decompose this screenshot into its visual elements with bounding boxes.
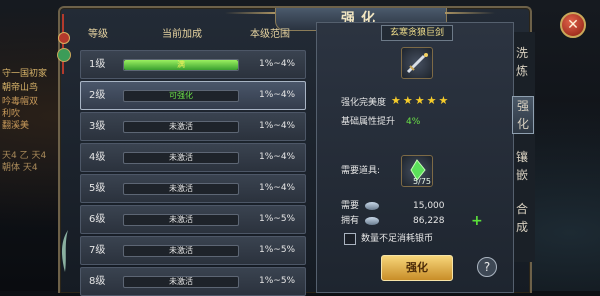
row-status: 未激活 [169, 153, 193, 162]
item-detail-panel: 玄寒贪狼巨剑 强化完美度 ★ ★ ★ ★ ★ 基础属性提升 4% 需要道具: 5/75 … [316, 22, 514, 293]
row-range: 1%~4% [259, 90, 296, 100]
bg-chat-line: 守一国初家 [2, 69, 48, 79]
attr-label: 基础属性提升 [341, 117, 396, 127]
row-status: 未激活 [169, 246, 193, 255]
row-status: 未激活 [169, 277, 193, 286]
row-range: 1%~5% [259, 214, 296, 224]
side-tab[interactable]: 镶嵌 [512, 148, 532, 184]
help-button[interactable]: ? [477, 257, 497, 277]
row-status: 未激活 [169, 215, 193, 224]
material-label: 需要道具: [341, 166, 381, 176]
perfection-stars: ★ ★ ★ ★ ★ [391, 95, 450, 108]
level-row[interactable]: 2级 可强化 1%~4% [80, 81, 306, 110]
bg-chat-line: 吟毒帽双 [2, 97, 39, 107]
star-icon: ★ [438, 94, 449, 107]
jade-icon [57, 48, 71, 62]
material-count: 5/75 [413, 177, 431, 186]
star-icon: ★ [426, 94, 437, 107]
sword-icon [406, 53, 428, 74]
bg-chat-line: 利吹 [2, 109, 21, 119]
star-icon: ★ [402, 94, 413, 107]
col-header-range: 本级范围 [250, 29, 290, 40]
material-slot[interactable]: 5/75 [401, 155, 433, 187]
knot-icon [58, 32, 70, 44]
level-row[interactable]: 6级 未激活 1%~5% [80, 205, 306, 234]
close-button[interactable]: ✕ [560, 12, 586, 38]
row-status: 未激活 [169, 184, 193, 193]
silver-checkbox[interactable] [344, 233, 356, 245]
level-row[interactable]: 7级 未激活 1%~5% [80, 236, 306, 265]
col-header-level: 等级 [88, 29, 108, 40]
row-status: 满 [177, 60, 185, 69]
own-value: 86,228 [413, 216, 445, 226]
need-label: 需要 [341, 201, 360, 211]
plant-ornament [58, 222, 72, 272]
side-tab[interactable]: 合成 [512, 200, 532, 236]
level-row[interactable]: 3级 未激活 1%~4% [80, 112, 306, 141]
level-row[interactable]: 4级 未激活 1%~4% [80, 143, 306, 172]
item-name: 玄寒贪狼巨剑 [381, 25, 453, 41]
row-range: 1%~4% [259, 152, 296, 162]
perfection-label: 强化完美度 [341, 98, 387, 108]
tassel-ornament [56, 14, 71, 76]
bg-chat-line: 天4 乙 天4 [2, 151, 47, 161]
attr-value: 4% [406, 117, 421, 127]
enhance-button[interactable]: 强化 [381, 255, 453, 281]
star-icon: ★ [391, 94, 401, 107]
silver-coin-icon [365, 217, 379, 225]
close-icon: ✕ [567, 17, 579, 33]
star-icon: ★ [414, 94, 425, 107]
own-label: 拥有 [341, 216, 360, 226]
leaf-icon [61, 230, 68, 272]
need-value: 15,000 [413, 201, 445, 211]
title-ornament [225, 12, 275, 14]
title-ornament [445, 12, 495, 14]
bg-chat-line: 朝体 天4 [2, 163, 38, 173]
row-level: 7级 [89, 245, 106, 256]
item-slot[interactable] [401, 47, 433, 79]
side-tab[interactable]: 洗炼 [512, 44, 532, 80]
bg-chat-line: 朝帝山鸟 [2, 83, 39, 93]
level-row[interactable]: 5级 未激活 1%~4% [80, 174, 306, 203]
row-level: 4级 [89, 152, 106, 163]
level-row[interactable]: 8级 未激活 1%~5% [80, 267, 306, 296]
row-range: 1%~4% [259, 121, 296, 131]
bg-chat-line: 翻溪美 [2, 121, 30, 131]
tassel-cord [62, 14, 64, 74]
row-level: 2级 [89, 90, 106, 101]
col-header-bonus: 当前加成 [162, 29, 202, 40]
row-status: 可强化 [169, 91, 193, 100]
row-range: 1%~5% [259, 245, 296, 255]
side-tab[interactable]: 强化 [512, 96, 534, 134]
row-range: 1%~4% [259, 59, 296, 69]
row-level: 3级 [89, 121, 106, 132]
silver-coin-icon [365, 202, 379, 210]
level-row[interactable]: 1级 满 1%~4% [80, 50, 306, 79]
row-level: 6级 [89, 214, 106, 225]
row-range: 1%~4% [259, 183, 296, 193]
row-status: 未激活 [169, 122, 193, 131]
row-level: 1级 [89, 59, 106, 70]
level-table: 等级 当前加成 本级范围 1级满 1%~4% 2级 可强化 1%~4% 3级 未激活 1%~4… [74, 26, 310, 296]
row-level: 5级 [89, 183, 106, 194]
add-currency-button[interactable]: + [471, 214, 483, 228]
silver-checkbox-label: 数量不足消耗银币 [361, 234, 434, 244]
